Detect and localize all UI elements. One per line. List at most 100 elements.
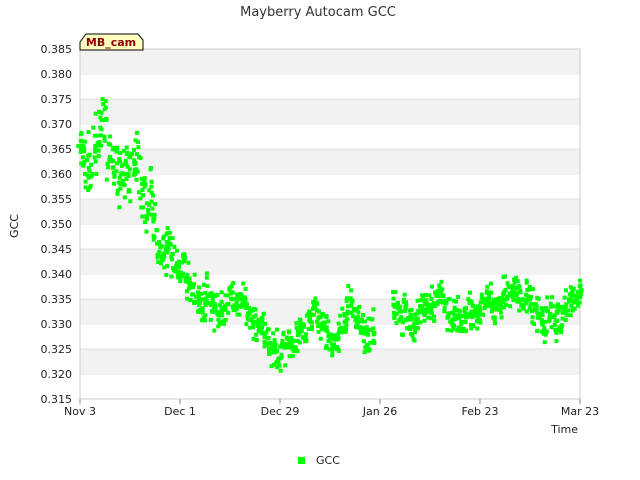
gcc-point bbox=[371, 307, 376, 312]
gcc-point bbox=[301, 324, 306, 329]
gcc-point bbox=[480, 312, 485, 317]
gcc-point bbox=[93, 147, 98, 152]
site-tag: MB_cam bbox=[79, 33, 144, 51]
gcc-point bbox=[449, 328, 454, 333]
gcc-point bbox=[362, 350, 367, 355]
gcc-point bbox=[365, 332, 370, 337]
gcc-point bbox=[148, 167, 153, 172]
gcc-point bbox=[288, 342, 293, 347]
x-tick-label: Nov 3 bbox=[64, 405, 96, 418]
gcc-point bbox=[132, 147, 136, 152]
gcc-point bbox=[477, 305, 482, 309]
gcc-point bbox=[78, 149, 83, 154]
y-tick-label: 0.335 bbox=[41, 293, 73, 306]
gcc-point bbox=[122, 195, 127, 200]
gcc-point bbox=[499, 315, 504, 320]
gcc-point bbox=[497, 296, 502, 301]
gcc-point bbox=[82, 146, 87, 151]
gcc-point bbox=[458, 328, 463, 333]
gcc-point bbox=[221, 321, 226, 326]
gcc-point bbox=[103, 105, 108, 110]
gcc-point bbox=[432, 319, 437, 323]
y-tick-label: 0.355 bbox=[41, 193, 73, 206]
gcc-point bbox=[471, 323, 476, 328]
gcc-point bbox=[356, 310, 361, 315]
gcc-point bbox=[96, 148, 101, 153]
gcc-point bbox=[251, 315, 256, 320]
gcc-point bbox=[251, 324, 256, 329]
gcc-point bbox=[220, 312, 225, 317]
gcc-point bbox=[103, 118, 108, 122]
grid-band bbox=[80, 99, 580, 124]
grid-band bbox=[80, 249, 580, 274]
gcc-point bbox=[330, 353, 335, 358]
gcc-point bbox=[370, 317, 375, 322]
x-tick-label: Mar 23 bbox=[561, 405, 599, 418]
gcc-point bbox=[437, 283, 442, 288]
gcc-point bbox=[134, 177, 139, 182]
gcc-point bbox=[199, 291, 204, 296]
gcc-point bbox=[413, 330, 417, 335]
gcc-point bbox=[313, 305, 318, 310]
gcc-point bbox=[340, 306, 345, 311]
gcc-point bbox=[263, 321, 267, 326]
gcc-chart: Mayberry Autocam GCC 0.3150.3200.3250.33… bbox=[8, 5, 599, 467]
gcc-point bbox=[559, 328, 563, 332]
gcc-point bbox=[269, 364, 274, 369]
gcc-point bbox=[98, 125, 103, 130]
gcc-point bbox=[355, 317, 360, 322]
gcc-point bbox=[487, 294, 492, 299]
gcc-point bbox=[104, 177, 109, 182]
gcc-point bbox=[408, 313, 413, 317]
gcc-point bbox=[187, 276, 192, 281]
gcc-point bbox=[278, 368, 283, 373]
gcc-point bbox=[427, 293, 432, 298]
gcc-point bbox=[198, 300, 203, 305]
gcc-point bbox=[157, 240, 162, 245]
gcc-point bbox=[219, 305, 224, 310]
gcc-point bbox=[331, 345, 336, 350]
gcc-point bbox=[196, 295, 201, 300]
gcc-point bbox=[185, 273, 190, 277]
gcc-point bbox=[83, 179, 88, 184]
gcc-point bbox=[259, 326, 264, 331]
gcc-point bbox=[106, 165, 111, 170]
gcc-point bbox=[318, 336, 323, 341]
gcc-point bbox=[517, 284, 522, 289]
gcc-point bbox=[495, 301, 500, 306]
gcc-point bbox=[142, 220, 147, 225]
gcc-point bbox=[241, 281, 246, 286]
gcc-point bbox=[140, 214, 145, 219]
gcc-point bbox=[238, 292, 243, 296]
gcc-point bbox=[200, 309, 205, 314]
gcc-point bbox=[252, 306, 256, 311]
gcc-point bbox=[223, 293, 228, 298]
gcc-point bbox=[304, 338, 309, 343]
gcc-point bbox=[284, 343, 289, 348]
gcc-point bbox=[365, 342, 370, 347]
gcc-point bbox=[165, 250, 170, 255]
gcc-point bbox=[439, 279, 444, 284]
y-tick-label: 0.380 bbox=[41, 68, 73, 81]
gcc-point bbox=[357, 304, 362, 309]
gcc-point bbox=[367, 347, 372, 352]
gcc-point bbox=[237, 312, 242, 317]
gcc-point bbox=[126, 174, 131, 179]
gcc-point bbox=[143, 181, 148, 186]
gcc-point bbox=[477, 308, 482, 313]
gcc-point bbox=[212, 328, 217, 333]
x-tick-label: Jan 26 bbox=[362, 405, 397, 418]
gcc-point bbox=[297, 317, 302, 322]
gcc-point bbox=[283, 363, 288, 368]
y-tick-label: 0.350 bbox=[41, 218, 73, 231]
gcc-point bbox=[134, 130, 139, 135]
gcc-point bbox=[164, 273, 169, 277]
gcc-point bbox=[98, 115, 103, 120]
gcc-point bbox=[136, 145, 141, 150]
gcc-point bbox=[550, 295, 555, 300]
gcc-point bbox=[109, 157, 114, 162]
gcc-point bbox=[326, 319, 331, 324]
grid-band bbox=[80, 349, 580, 374]
gcc-point bbox=[96, 154, 101, 159]
gcc-point bbox=[279, 355, 284, 360]
